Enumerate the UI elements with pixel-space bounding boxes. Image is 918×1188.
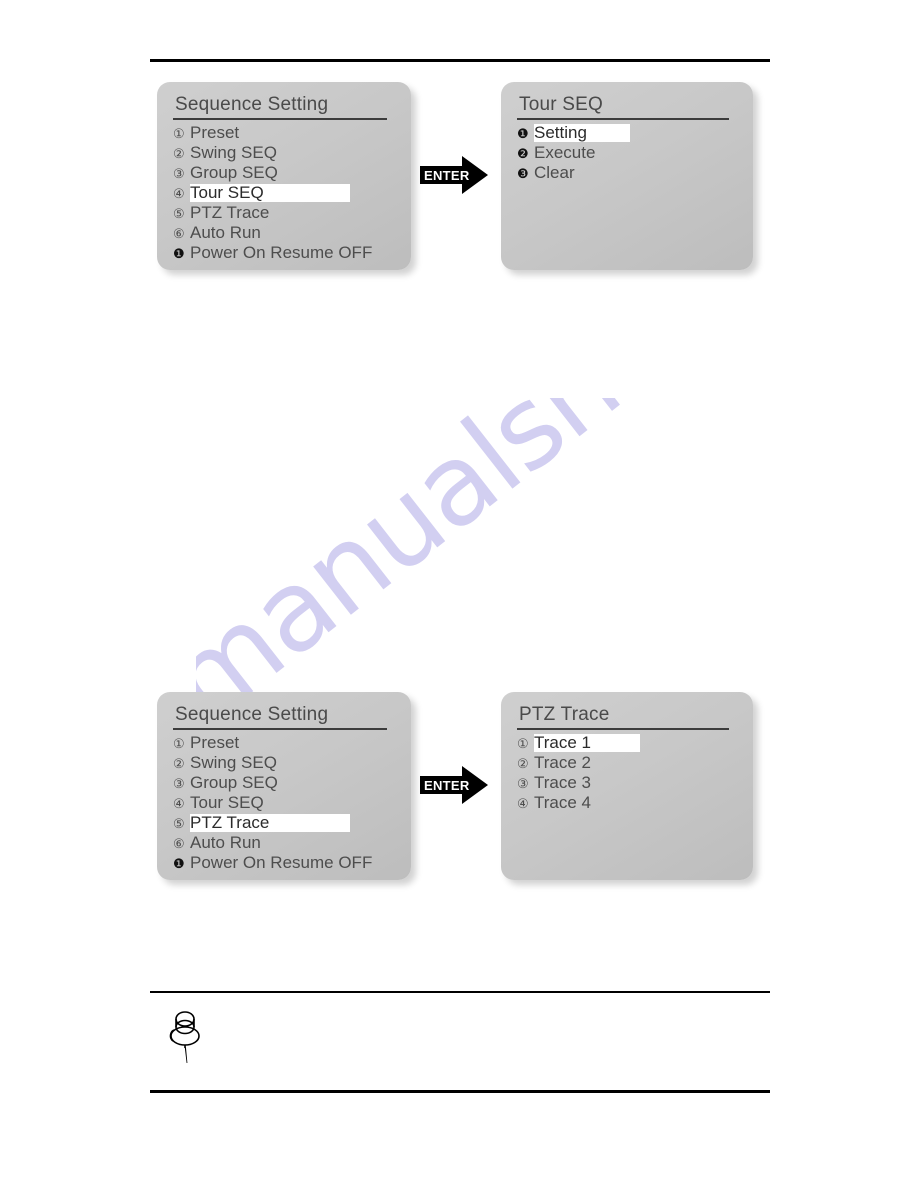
menu-item[interactable]: ① Trace 1 — [517, 733, 739, 753]
enter-arrow-2: ENTER — [418, 763, 490, 807]
enter-arrow-label: ENTER — [424, 168, 470, 183]
menu-item[interactable]: ② Swing SEQ — [173, 753, 397, 773]
menu-item[interactable]: ③ Group SEQ — [173, 163, 397, 183]
enter-arrow-1: ENTER — [418, 153, 490, 197]
menu-item-label: Setting — [534, 123, 587, 142]
osd-panel-ptz-trace: PTZ Trace ① Trace 1 ② Trace 2 ③ Trace 3 ④ Trace… — [501, 692, 753, 880]
menu-item[interactable]: ② Swing SEQ — [173, 143, 397, 163]
menu-item-label: Group SEQ — [190, 773, 278, 792]
panel-title-rule — [517, 118, 729, 120]
osd-panel-sequence-setting-1: Sequence Setting ① Preset ② Swing SEQ ③ Group… — [157, 82, 411, 270]
menu-item-number: ③ — [173, 166, 185, 181]
menu-item[interactable]: ❸ Clear — [517, 163, 739, 183]
menu-item[interactable]: ② Trace 2 — [517, 753, 739, 773]
menu-item[interactable]: ⑤ PTZ Trace — [173, 203, 397, 223]
menu-item-label: Trace 2 — [534, 753, 592, 772]
menu-item-number: ② — [173, 756, 185, 771]
menu-item-label: Auto Run — [190, 223, 261, 242]
menu-list: ❶ Setting ❷ Execute ❸ Clear — [517, 123, 739, 183]
page-header-rule — [150, 59, 770, 62]
menu-item[interactable]: ④ Tour SEQ — [173, 183, 397, 203]
menu-item-label: Trace 3 — [534, 773, 592, 792]
menu-item-number: ④ — [517, 796, 529, 811]
menu-list: ① Preset ② Swing SEQ ③ Group SEQ ④ Tour SEQ ⑤ PTZ… — [173, 123, 397, 263]
panel-title: Tour SEQ — [519, 94, 603, 115]
menu-item-label: Tour SEQ — [190, 183, 264, 202]
menu-item-label: Trace 1 — [534, 733, 592, 752]
menu-item[interactable]: ① Preset — [173, 123, 397, 143]
menu-item[interactable]: ③ Trace 3 — [517, 773, 739, 793]
page-footer-rule — [150, 1090, 770, 1093]
menu-item-number: ③ — [173, 776, 185, 791]
panel-title: Sequence Setting — [175, 94, 329, 115]
menu-item-label: Swing SEQ — [190, 753, 277, 772]
menu-item-number: ❶ — [517, 126, 529, 141]
menu-item-label: Power On Resume OFF — [190, 853, 373, 872]
menu-item-label: Tour SEQ — [190, 793, 264, 812]
menu-item-number: ⑥ — [173, 836, 185, 851]
menu-list: ① Preset ② Swing SEQ ③ Group SEQ ④ Tour SEQ ⑤ PTZ… — [173, 733, 397, 873]
menu-item-number: ② — [173, 146, 185, 161]
menu-item-number: ② — [517, 756, 529, 771]
menu-item-number: ⑥ — [173, 226, 185, 241]
menu-item-number: ❶ — [173, 246, 185, 261]
menu-item-number: ① — [173, 736, 185, 751]
menu-item-label: PTZ Trace — [190, 813, 270, 832]
menu-item-label: Preset — [190, 733, 240, 752]
osd-panel-sequence-setting-2: Sequence Setting ① Preset ② Swing SEQ ③ Group… — [157, 692, 411, 880]
menu-item-label: Execute — [534, 143, 596, 162]
menu-item-label: Auto Run — [190, 833, 261, 852]
panel-title-rule — [173, 728, 387, 730]
menu-item[interactable]: ④ Tour SEQ — [173, 793, 397, 813]
menu-item[interactable]: ③ Group SEQ — [173, 773, 397, 793]
menu-item-number: ❷ — [517, 146, 529, 161]
menu-item-number: ④ — [173, 186, 185, 201]
menu-item-label: Clear — [534, 163, 575, 182]
menu-item-label: Group SEQ — [190, 163, 278, 182]
panel-title: Sequence Setting — [175, 704, 329, 725]
menu-item[interactable]: ❶ Power On Resume OFF — [173, 243, 397, 263]
menu-item-number: ④ — [173, 796, 185, 811]
menu-item-label: PTZ Trace — [190, 203, 270, 222]
menu-item[interactable]: ❶ Power On Resume OFF — [173, 853, 397, 873]
panel-title-rule — [517, 728, 729, 730]
menu-item-number: ① — [517, 736, 529, 751]
panel-title-rule — [173, 118, 387, 120]
menu-item-number: ⑤ — [173, 816, 185, 831]
menu-item-number: ❶ — [173, 856, 185, 871]
menu-item[interactable]: ⑥ Auto Run — [173, 223, 397, 243]
menu-item-label: Trace 4 — [534, 793, 592, 812]
enter-arrow-label: ENTER — [424, 778, 470, 793]
menu-item-label: Power On Resume OFF — [190, 243, 373, 262]
note-section-top-rule — [150, 991, 770, 993]
menu-item[interactable]: ⑤ PTZ Trace — [173, 813, 397, 833]
menu-item[interactable]: ① Preset — [173, 733, 397, 753]
menu-item-number: ③ — [517, 776, 529, 791]
menu-item-number: ① — [173, 126, 185, 141]
osd-panel-tour-seq: Tour SEQ ❶ Setting ❷ Execute ❸ Clear — [501, 82, 753, 270]
menu-item[interactable]: ⑥ Auto Run — [173, 833, 397, 853]
menu-item-number: ⑤ — [173, 206, 185, 221]
pushpin-icon — [163, 1008, 211, 1066]
menu-item-number: ❸ — [517, 166, 529, 181]
menu-item[interactable]: ④ Trace 4 — [517, 793, 739, 813]
menu-item-label: Preset — [190, 123, 240, 142]
menu-item[interactable]: ❶ Setting — [517, 123, 739, 143]
menu-item-label: Swing SEQ — [190, 143, 277, 162]
menu-list: ① Trace 1 ② Trace 2 ③ Trace 3 ④ Trace 4 — [517, 733, 739, 813]
menu-item[interactable]: ❷ Execute — [517, 143, 739, 163]
panel-title: PTZ Trace — [519, 704, 610, 725]
